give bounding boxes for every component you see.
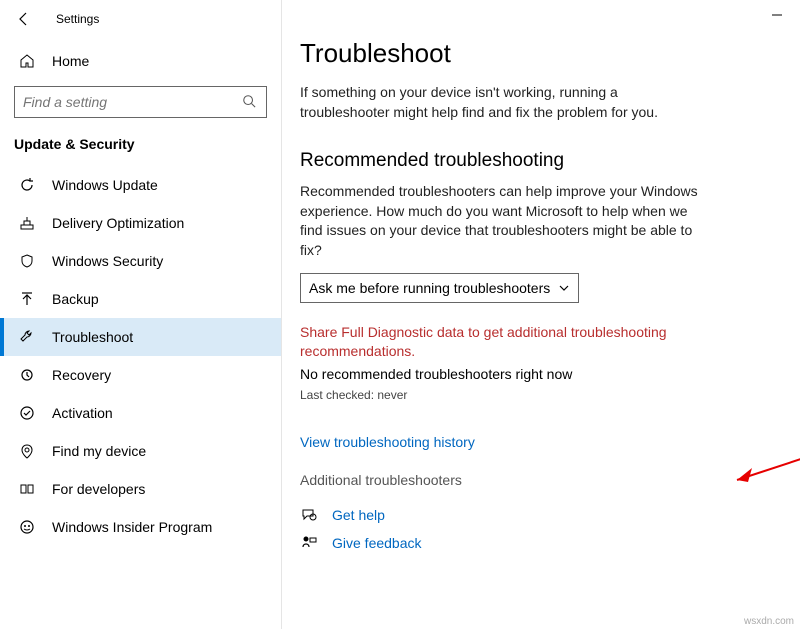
search-box[interactable] — [14, 86, 267, 118]
nav-label: Delivery Optimization — [52, 215, 184, 231]
insider-icon — [18, 518, 36, 536]
search-input[interactable] — [23, 94, 242, 110]
developer-icon — [18, 480, 36, 498]
dropdown-value: Ask me before running troubleshooters — [309, 280, 550, 296]
sidebar-item-home[interactable]: Home — [0, 44, 281, 78]
feedback-icon — [300, 534, 318, 552]
main-content: Troubleshoot If something on your device… — [282, 0, 800, 629]
nav-label: Windows Insider Program — [52, 519, 212, 535]
section-title: Update & Security — [0, 136, 281, 166]
diagnostic-data-link[interactable]: Share Full Diagnostic data to get additi… — [300, 323, 700, 362]
last-checked-text: Last checked: never — [300, 388, 776, 402]
recommended-title: Recommended troubleshooting — [300, 150, 776, 172]
check-circle-icon — [18, 404, 36, 422]
nav-label: For developers — [52, 481, 145, 497]
give-feedback-label: Give feedback — [332, 535, 422, 551]
nav-label: Troubleshoot — [52, 329, 133, 345]
sidebar-item-for-developers[interactable]: For developers — [0, 470, 281, 508]
nav-label: Windows Security — [52, 253, 163, 269]
troubleshoot-preference-dropdown[interactable]: Ask me before running troubleshooters — [300, 273, 579, 303]
chat-icon — [300, 506, 318, 524]
no-recommended-text: No recommended troubleshooters right now — [300, 366, 776, 382]
sidebar-item-windows-security[interactable]: Windows Security — [0, 242, 281, 280]
home-icon — [18, 52, 36, 70]
additional-troubleshooters-link[interactable]: Additional troubleshooters — [300, 472, 776, 488]
sidebar-item-delivery-optimization[interactable]: Delivery Optimization — [0, 204, 281, 242]
location-icon — [18, 442, 36, 460]
give-feedback-link[interactable]: Give feedback — [300, 534, 776, 552]
back-button[interactable] — [12, 7, 36, 31]
recommended-desc: Recommended troubleshooters can help imp… — [300, 182, 700, 260]
chevron-down-icon — [558, 282, 570, 294]
sidebar-item-windows-update[interactable]: Windows Update — [0, 166, 281, 204]
get-help-label: Get help — [332, 507, 385, 523]
delivery-icon — [18, 214, 36, 232]
history-link[interactable]: View troubleshooting history — [300, 434, 475, 450]
sidebar-item-backup[interactable]: Backup — [0, 280, 281, 318]
search-icon — [242, 94, 258, 110]
search-container — [14, 86, 267, 118]
watermark: wsxdn.com — [744, 616, 794, 627]
page-title: Troubleshoot — [300, 38, 776, 69]
wrench-icon — [18, 328, 36, 346]
nav-list: Windows Update Delivery Optimization Win… — [0, 166, 281, 546]
home-label: Home — [52, 53, 89, 69]
window-title: Settings — [56, 12, 99, 26]
sidebar-item-find-my-device[interactable]: Find my device — [0, 432, 281, 470]
sidebar: Settings Home Update & Security Windo — [0, 0, 282, 629]
titlebar: Settings — [0, 0, 281, 38]
page-intro: If something on your device isn't workin… — [300, 83, 700, 122]
nav-label: Activation — [52, 405, 113, 421]
nav-label: Recovery — [52, 367, 111, 383]
sync-icon — [18, 176, 36, 194]
nav-label: Find my device — [52, 443, 146, 459]
nav-label: Backup — [52, 291, 99, 307]
nav-label: Windows Update — [52, 177, 158, 193]
get-help-link[interactable]: Get help — [300, 506, 776, 524]
sidebar-item-troubleshoot[interactable]: Troubleshoot — [0, 318, 281, 356]
backup-icon — [18, 290, 36, 308]
sidebar-item-recovery[interactable]: Recovery — [0, 356, 281, 394]
recovery-icon — [18, 366, 36, 384]
sidebar-item-insider[interactable]: Windows Insider Program — [0, 508, 281, 546]
sidebar-item-activation[interactable]: Activation — [0, 394, 281, 432]
shield-icon — [18, 252, 36, 270]
